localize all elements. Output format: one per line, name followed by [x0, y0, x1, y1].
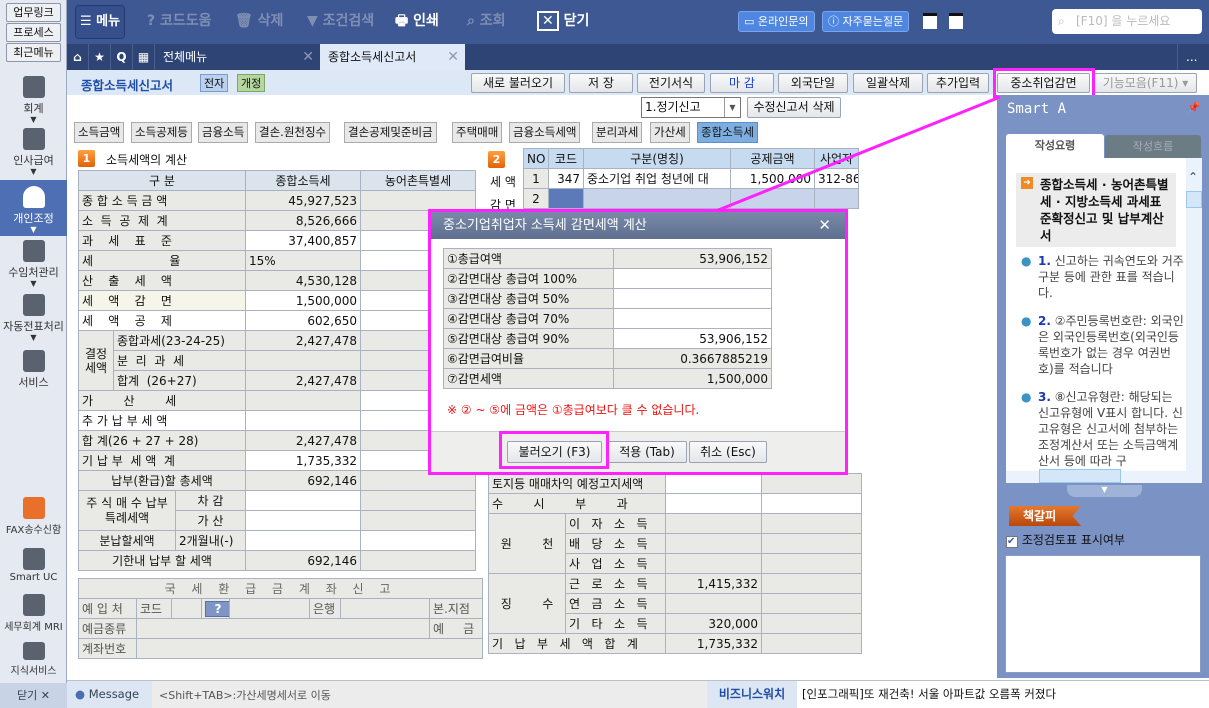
- close-icon[interactable]: ✕: [818, 212, 831, 239]
- label: Message: [88, 687, 140, 701]
- row-label: ①총급여액: [443, 248, 614, 269]
- dialog-title-bar: 중소기업취업자 소득세 감면세액 계산 ✕: [431, 212, 845, 239]
- value-input[interactable]: [613, 268, 772, 289]
- news-ticker[interactable]: [인포그래픽]또 재건축! 서울 아파트값 오름폭 커졌다: [797, 681, 1209, 708]
- row-label: ②감면대상 총급여 100%: [443, 268, 614, 289]
- status-hint: <Shift+TAB>:가산세명세서로 이동: [159, 689, 331, 702]
- value-input[interactable]: [613, 288, 772, 309]
- row-label: ⑥감면급여비율: [443, 348, 614, 369]
- row-label: ⑤감면대상 총급여 90%: [443, 328, 614, 349]
- value: 53,906,152: [613, 248, 772, 269]
- cancel-button[interactable]: 취소 (Esc): [689, 441, 767, 463]
- apply-button[interactable]: 적용 (Tab): [607, 441, 687, 463]
- row-label: ③감면대상 총급여 50%: [443, 288, 614, 309]
- row-label: ⑦감면세액: [443, 368, 614, 389]
- value-input[interactable]: [613, 308, 772, 329]
- warning-text: ※ ② ~ ⑤에 금액은 ①총급여보다 클 수 없습니다.: [447, 403, 700, 417]
- reduction-calc-table: ①총급여액 53,906,152 ②감면대상 총급여 100% ③감면대상 총급여…: [443, 248, 772, 389]
- status-bar: ● Message <Shift+TAB>:가산세명세서로 이동 비즈니스워치 …: [67, 680, 1209, 708]
- message-button[interactable]: ● Message: [67, 681, 152, 708]
- row-label: ④감면대상 총급여 70%: [443, 308, 614, 329]
- value-input[interactable]: 53,906,152: [613, 328, 772, 349]
- value: 0.3667885219: [613, 348, 772, 369]
- value: 1,500,000: [613, 368, 772, 389]
- highlight-box: [499, 431, 609, 469]
- news-source: 비즈니스워치: [707, 681, 797, 708]
- chat-bubble-icon: ●: [75, 687, 86, 701]
- tax-reduction-dialog: 중소기업취업자 소득세 감면세액 계산 ✕ ①총급여액 53,906,152 ②감면…: [428, 209, 848, 475]
- dialog-title: 중소기업취업자 소득세 감면세액 계산: [443, 218, 647, 233]
